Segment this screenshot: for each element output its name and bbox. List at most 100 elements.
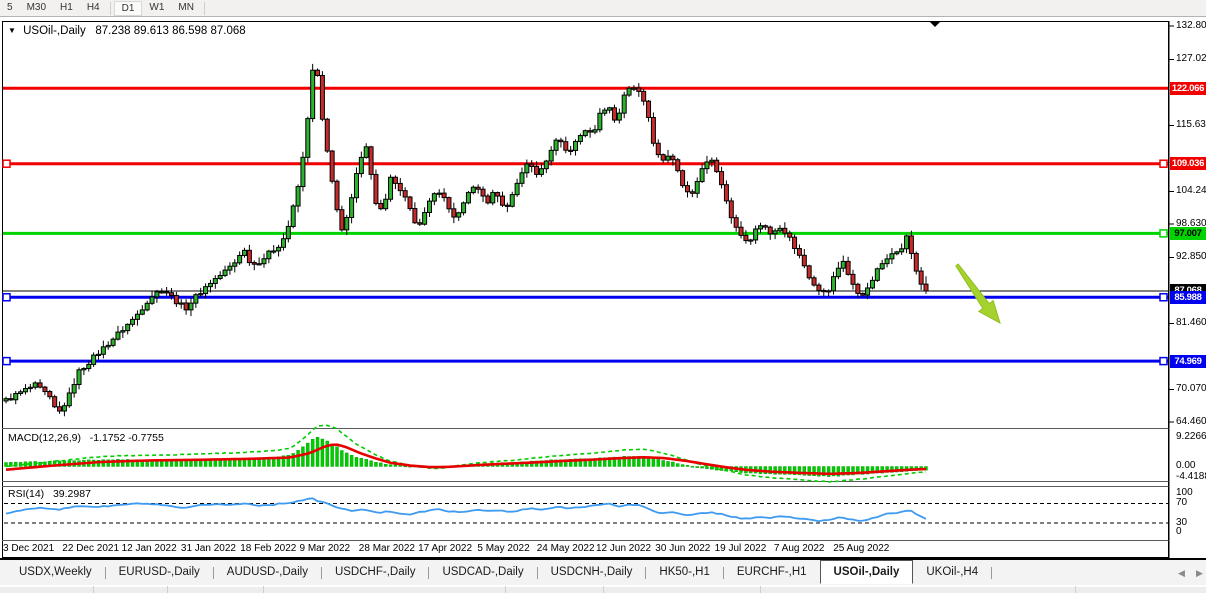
candle-body — [418, 223, 422, 224]
candle-body — [520, 173, 524, 184]
macd-axis-label: 0.00 — [1176, 460, 1195, 471]
candle-body — [627, 88, 631, 95]
hline-handle[interactable] — [3, 294, 10, 301]
candle-body — [685, 186, 689, 192]
candle-body — [87, 364, 91, 368]
candle-body — [832, 277, 836, 291]
rsi-line — [6, 498, 926, 521]
candle-body — [720, 172, 724, 185]
macd-axis-label: 9.2266 — [1176, 431, 1206, 442]
candle-body — [724, 185, 728, 201]
symbol-tab-eurusd[interactable]: EURUSD-,Daily — [106, 561, 213, 584]
macd-histogram-bar — [662, 460, 665, 466]
price-tick-label: 115.630 — [1176, 119, 1206, 130]
candle-body — [783, 228, 787, 233]
chart-shift-icon[interactable] — [930, 22, 940, 27]
candle-body — [875, 269, 879, 281]
symbol-tab-usdcnh[interactable]: USDCNH-,Daily — [538, 561, 646, 584]
candle-body — [243, 250, 247, 255]
symbol-tab-ukoil[interactable]: UKOil-,H4 — [913, 561, 991, 584]
hline-handle[interactable] — [1160, 294, 1167, 301]
price-line-label-74.969: 74.969 — [1170, 355, 1206, 368]
hline-handle[interactable] — [1160, 160, 1167, 167]
price-tick-label: 70.070 — [1176, 383, 1206, 394]
candle-body — [671, 156, 675, 160]
tab-scroll-right-icon[interactable]: ▶ — [1196, 568, 1203, 579]
rsi-axis-label: 0 — [1176, 526, 1182, 537]
macd-histogram-bar — [696, 467, 699, 468]
candle-body — [369, 147, 373, 175]
candle-body — [247, 250, 251, 262]
symbol-tab-usoil[interactable]: USOil-,Daily — [820, 560, 914, 584]
candle-body — [763, 226, 767, 227]
macd-histogram-bar — [671, 462, 674, 467]
symbol-tab-eurchf[interactable]: EURCHF-,H1 — [724, 561, 820, 584]
macd-histogram-bar — [370, 461, 373, 467]
candle-body — [647, 101, 651, 117]
date-label: 24 May 2022 — [537, 543, 595, 554]
hline-handle[interactable] — [1160, 230, 1167, 237]
date-label: 12 Jan 2022 — [122, 543, 177, 554]
candle-body — [924, 284, 928, 291]
candle-body — [194, 295, 198, 303]
candle-body — [145, 303, 149, 310]
date-label: 3 Dec 2021 — [3, 543, 54, 554]
candle-body — [612, 108, 616, 120]
candle-body — [442, 193, 446, 197]
candle-body — [413, 209, 417, 223]
candle-body — [350, 198, 354, 218]
macd-histogram-bar — [374, 462, 377, 466]
candle-body — [481, 189, 485, 196]
candle-body — [676, 160, 680, 171]
macd-histogram-bar — [336, 447, 339, 467]
candle-body — [549, 150, 553, 161]
trend-arrow-annotation[interactable] — [956, 264, 1000, 323]
candle-body — [856, 284, 860, 293]
candle-body — [768, 227, 772, 234]
candle-body — [213, 279, 217, 284]
candle-body — [793, 237, 797, 248]
symbol-tab-hk50[interactable]: HK50-,H1 — [646, 561, 723, 584]
candle-body — [96, 354, 100, 355]
date-label: 12 Jun 2022 — [596, 543, 651, 554]
price-line-label-122.066: 122.066 — [1170, 82, 1206, 95]
candle-body — [734, 218, 738, 228]
candle-body — [496, 193, 500, 197]
candle-body — [150, 297, 154, 303]
candle-body — [788, 233, 792, 237]
candle-body — [393, 177, 397, 183]
macd-histogram-bar — [691, 466, 694, 467]
candle-body — [705, 162, 709, 169]
candle-body — [817, 285, 821, 290]
candle-body — [364, 147, 368, 158]
candle-body — [539, 169, 543, 175]
price-line-label-97.007: 97.007 — [1170, 227, 1206, 240]
candle-body — [593, 130, 597, 132]
candle-body — [286, 226, 290, 238]
chart-canvas — [0, 0, 1206, 593]
candle-body — [559, 140, 563, 142]
tab-scroll-left-icon[interactable]: ◀ — [1178, 568, 1185, 579]
macd-histogram-bar — [24, 462, 27, 467]
macd-histogram-bar — [379, 463, 382, 467]
candle-body — [622, 95, 626, 113]
symbol-tab-usdx[interactable]: USDX,Weekly — [6, 561, 105, 584]
price-tick-label: 132.800 — [1176, 20, 1206, 31]
candle-body — [846, 261, 850, 274]
candle-body — [909, 236, 913, 254]
hline-handle[interactable] — [3, 358, 10, 365]
symbol-tab-usdchf[interactable]: USDCHF-,Daily — [322, 561, 429, 584]
macd-histogram-bar — [331, 444, 334, 466]
hline-handle[interactable] — [3, 160, 10, 167]
candle-body — [754, 229, 758, 240]
candle-body — [525, 164, 529, 173]
symbol-tab-audusd[interactable]: AUDUSD-,Daily — [214, 561, 321, 584]
macd-histogram-bar — [340, 450, 343, 466]
candle-body — [812, 278, 816, 285]
hline-handle[interactable] — [1160, 358, 1167, 365]
candle-body — [403, 191, 407, 197]
candle-body — [92, 355, 96, 364]
candle-body — [408, 197, 412, 209]
symbol-tab-usdcad[interactable]: USDCAD-,Daily — [429, 561, 536, 584]
candle-body — [578, 136, 582, 142]
